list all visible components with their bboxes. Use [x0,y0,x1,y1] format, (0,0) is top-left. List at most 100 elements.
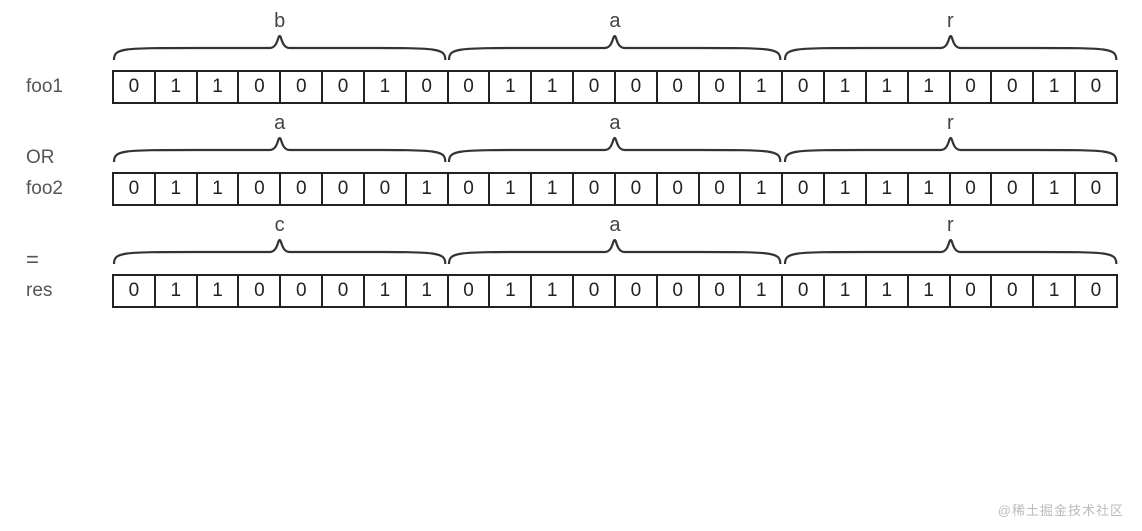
bit-cell: 1 [490,70,532,104]
letter-a: a [447,112,782,136]
bit-cell: 0 [449,274,491,308]
bit-cell: 0 [992,172,1034,206]
bits-foo2: 011000010110000101110010 [110,172,1118,206]
bit-cell: 0 [700,274,742,308]
bit-cell: 0 [281,274,323,308]
label-res: res [20,280,110,302]
letter-b: b [112,10,447,34]
bit-cell: 1 [198,70,240,104]
bit-cell: 1 [1034,172,1076,206]
bit-cell: 1 [198,172,240,206]
letters-foo2: a a r [110,112,1118,136]
letters-res: c a r [110,214,1118,238]
bit-cell: 0 [407,70,449,104]
bit-cell: 0 [992,70,1034,104]
bit-cell: 0 [658,274,700,308]
bit-cell: 0 [239,70,281,104]
bit-cell: 0 [323,172,365,206]
watermark: @稀土掘金技术社区 [998,500,1124,519]
bit-cell: 1 [825,274,867,308]
letter-r: r [783,214,1118,238]
bit-cell: 0 [449,70,491,104]
letter-r: r [783,10,1118,34]
letters-foo1: b a r [110,10,1118,34]
bits-foo1: 011000100110000101110010 [110,70,1118,104]
bit-cell: 1 [909,172,951,206]
bit-cell: 1 [741,70,783,104]
bit-cell: 0 [365,172,407,206]
bit-cell: 1 [867,70,909,104]
bit-cell: 1 [365,70,407,104]
bit-cell: 0 [574,274,616,308]
label-or: OR [20,147,110,169]
letter-a: a [447,10,782,34]
bit-cell: 0 [783,274,825,308]
bit-cell: 0 [112,274,156,308]
bit-cell: 1 [407,172,449,206]
bit-cell: 1 [909,274,951,308]
bit-cell: 1 [490,172,532,206]
label-eq: = [20,247,110,273]
bit-cell: 1 [532,274,574,308]
bit-cell: 0 [616,274,658,308]
bit-cell: 1 [156,70,198,104]
brace-icon [112,136,447,164]
bit-cell: 1 [1034,274,1076,308]
brace-icon [447,34,782,62]
bit-cell: 0 [658,70,700,104]
bit-cell: 1 [1034,70,1076,104]
bit-cell: 0 [951,172,993,206]
bit-cell: 0 [449,172,491,206]
brace-icon [447,136,782,164]
bit-cell: 1 [825,172,867,206]
letter-r: r [783,112,1118,136]
bit-cell: 0 [783,70,825,104]
bit-cell: 1 [365,274,407,308]
bit-cell: 1 [741,274,783,308]
brace-icon [783,238,1118,266]
bit-cell: 0 [700,70,742,104]
brace-icon [783,34,1118,62]
brace-icon [783,136,1118,164]
bit-cell: 0 [281,70,323,104]
bit-cell: 0 [951,70,993,104]
bit-cell: 0 [1076,172,1118,206]
bits-res: 011000110110000101110010 [110,274,1118,308]
bit-cell: 1 [909,70,951,104]
bit-cell: 0 [1076,70,1118,104]
bit-cell: 0 [616,70,658,104]
bit-cell: 0 [783,172,825,206]
bit-cell: 1 [156,172,198,206]
brace-icon [447,238,782,266]
bit-cell: 0 [574,172,616,206]
bit-cell: 1 [825,70,867,104]
bit-cell: 1 [532,70,574,104]
bit-cell: 0 [323,274,365,308]
bit-cell: 1 [156,274,198,308]
bit-cell: 0 [323,70,365,104]
bit-cell: 0 [281,172,323,206]
bit-cell: 0 [239,274,281,308]
bit-cell: 0 [239,172,281,206]
braces-res [110,238,1118,266]
bit-cell: 1 [198,274,240,308]
bit-cell: 1 [867,274,909,308]
brace-icon [112,34,447,62]
label-foo1: foo1 [20,76,110,98]
bit-cell: 0 [574,70,616,104]
bit-cell: 0 [1076,274,1118,308]
letter-c: c [112,214,447,238]
braces-foo2 [110,136,1118,164]
brace-icon [112,238,447,266]
bit-cell: 0 [112,172,156,206]
bit-cell: 0 [700,172,742,206]
bit-cell: 1 [867,172,909,206]
bit-cell: 1 [532,172,574,206]
bit-cell: 1 [407,274,449,308]
bit-cell: 1 [741,172,783,206]
bit-cell: 0 [992,274,1034,308]
bit-cell: 0 [112,70,156,104]
label-foo2: foo2 [20,178,110,200]
bit-cell: 0 [616,172,658,206]
letter-a: a [447,214,782,238]
